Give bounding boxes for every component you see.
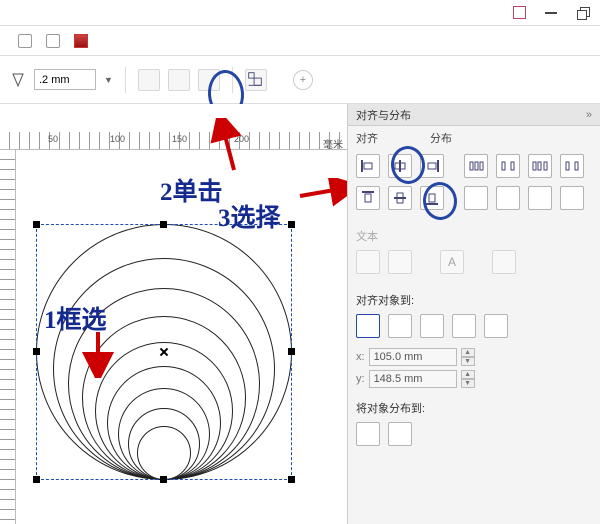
- outline-width-input[interactable]: [34, 69, 96, 90]
- ruler-tick: 150: [172, 134, 187, 144]
- resize-handle[interactable]: [288, 348, 295, 355]
- y-spinner[interactable]: ▲▼: [461, 370, 475, 388]
- align-to-pagecenter[interactable]: [420, 314, 444, 338]
- ruler-unit-label: 毫米: [323, 136, 343, 151]
- align-distribute-panel: 对齐与分布 » 对齐 分布 文本 A 对齐对: [347, 104, 600, 524]
- align-hcenter-button[interactable]: [388, 154, 412, 178]
- distribute-vcenter-button[interactable]: [496, 186, 520, 210]
- resize-handle[interactable]: [33, 476, 40, 483]
- workspace: 50 100 150 200 毫米: [0, 104, 347, 524]
- section-text-label: 文本: [348, 218, 600, 250]
- distribute-vspace-button[interactable]: [528, 186, 552, 210]
- x-label: x:: [356, 351, 365, 363]
- resize-handle[interactable]: [288, 221, 295, 228]
- x-spinner[interactable]: ▲▼: [461, 348, 475, 366]
- user-avatar-icon[interactable]: [512, 6, 526, 20]
- align-vcenter-button[interactable]: [388, 186, 412, 210]
- dropdown-arrow-icon[interactable]: ▼: [104, 75, 113, 85]
- resize-handle[interactable]: [288, 476, 295, 483]
- ruler-vertical[interactable]: [0, 150, 16, 524]
- ruler-tick: 200: [234, 134, 249, 144]
- text-baseline-b: [388, 250, 412, 274]
- distribute-top-button[interactable]: [464, 186, 488, 210]
- resize-handle[interactable]: [33, 221, 40, 228]
- toolbar-btn-a[interactable]: [138, 69, 160, 91]
- list-icon[interactable]: [46, 34, 60, 48]
- resize-handle[interactable]: [160, 476, 167, 483]
- property-bar: ▼ +: [0, 56, 600, 104]
- text-outline-a: A: [440, 250, 464, 274]
- toolbar-btn-b[interactable]: [168, 69, 190, 91]
- align-right-button[interactable]: [420, 154, 444, 178]
- panel-expand-icon[interactable]: »: [586, 109, 592, 121]
- separator: [232, 67, 233, 93]
- drawing-canvas[interactable]: [16, 150, 347, 524]
- distribute-hspace-button[interactable]: [528, 154, 552, 178]
- ruler-horizontal[interactable]: 50 100 150 200: [0, 132, 347, 150]
- align-left-button[interactable]: [356, 154, 380, 178]
- pen-nib-icon[interactable]: [10, 72, 26, 88]
- align-to-active[interactable]: [356, 314, 380, 338]
- section-align-label: 对齐: [356, 130, 378, 146]
- text-baseline-a: [356, 250, 380, 274]
- distribute-to-selection[interactable]: [356, 422, 380, 446]
- distribute-hcenter-button[interactable]: [496, 154, 520, 178]
- align-bottom-button[interactable]: [420, 186, 444, 210]
- presentation-icon[interactable]: [74, 34, 88, 48]
- separator: [125, 67, 126, 93]
- page-icon[interactable]: [18, 34, 32, 48]
- y-input[interactable]: [369, 370, 457, 388]
- text-outline-b: [492, 250, 516, 274]
- panel-titlebar[interactable]: 对齐与分布 »: [348, 104, 600, 126]
- restore-button[interactable]: [576, 6, 590, 20]
- resize-handle[interactable]: [33, 348, 40, 355]
- x-input[interactable]: [369, 348, 457, 366]
- toolbar-btn-c[interactable]: [198, 69, 220, 91]
- y-label: y:: [356, 373, 365, 385]
- distribute-right-button[interactable]: [560, 154, 584, 178]
- section-align-to-label: 对齐对象到:: [348, 282, 600, 314]
- align-to-point[interactable]: [484, 314, 508, 338]
- align-top-button[interactable]: [356, 186, 380, 210]
- window-titlebar: [0, 0, 600, 26]
- selection-marquee[interactable]: [36, 224, 292, 480]
- distribute-to-page[interactable]: [388, 422, 412, 446]
- distribute-left-button[interactable]: [464, 154, 488, 178]
- minimize-button[interactable]: [544, 6, 558, 20]
- align-distribute-button[interactable]: [245, 69, 267, 91]
- resize-handle[interactable]: [160, 221, 167, 228]
- align-to-grid[interactable]: [452, 314, 476, 338]
- ruler-tick: 100: [110, 134, 125, 144]
- ruler-tick: 50: [48, 134, 58, 144]
- add-button[interactable]: +: [293, 70, 313, 90]
- quick-toolbar: [0, 26, 600, 56]
- section-distribute-label: 分布: [430, 130, 452, 146]
- panel-title-text: 对齐与分布: [356, 107, 411, 123]
- align-to-page[interactable]: [388, 314, 412, 338]
- distribute-bottom-button[interactable]: [560, 186, 584, 210]
- section-distribute-to-label: 将对象分布到:: [348, 390, 600, 422]
